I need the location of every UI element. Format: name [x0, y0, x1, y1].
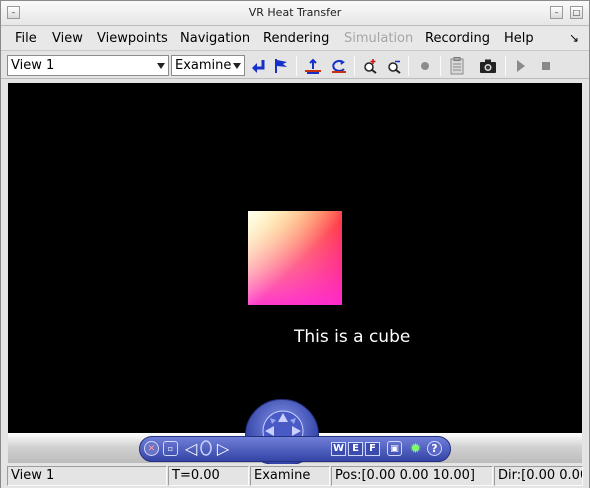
camera-icon[interactable]	[478, 56, 498, 76]
reset-rotate-icon[interactable]	[329, 56, 349, 76]
status-mode: Examine	[250, 466, 330, 486]
stop-icon[interactable]	[536, 56, 556, 76]
turn-right-icon[interactable]: ▷	[214, 439, 232, 458]
status-direction: Dir:[0.00 0.00	[494, 466, 583, 486]
status-time: T=0.00	[168, 466, 249, 486]
mode-select[interactable]: Examine	[171, 55, 245, 76]
restore-icon[interactable]: ▫	[163, 441, 178, 456]
walk-button[interactable]: W	[331, 442, 346, 456]
record-dot-icon	[415, 56, 435, 76]
scene-viewport[interactable]: This is a cube	[8, 83, 582, 433]
toolbar-separator	[354, 56, 355, 76]
mode-select-value: Examine	[175, 58, 232, 73]
menu-bar: File View Viewpoints Navigation Renderin…	[1, 27, 589, 51]
toolbar-separator	[440, 56, 441, 76]
flag-icon[interactable]	[271, 56, 291, 76]
menu-overflow-icon[interactable]: ↘	[569, 31, 579, 45]
status-position: Pos:[0.00 0.00 10.00]	[331, 466, 493, 486]
zoom-in-icon[interactable]	[360, 56, 380, 76]
app-window: – VR Heat Transfer – □ File View Viewpoi…	[0, 0, 590, 488]
menu-simulation: Simulation	[344, 31, 414, 46]
toolbar-separator	[505, 56, 506, 76]
align-ground-icon[interactable]	[303, 56, 323, 76]
menu-file[interactable]: File	[15, 31, 37, 46]
status-bar: View 1 T=0.00 Examine Pos:[0.00 0.00 10.…	[1, 464, 589, 488]
window-title: VR Heat Transfer	[248, 6, 342, 19]
toolbar-separator	[296, 56, 297, 76]
menu-help[interactable]: Help	[504, 31, 534, 46]
help-icon[interactable]: ?	[427, 441, 442, 456]
scene-text: This is a cube	[294, 327, 411, 347]
orbit-icon[interactable]	[198, 438, 214, 458]
zoom-out-icon[interactable]	[384, 56, 404, 76]
menu-viewpoints[interactable]: Viewpoints	[97, 31, 168, 46]
toolbar-separator	[408, 56, 409, 76]
play-icon[interactable]	[511, 56, 531, 76]
chevron-down-icon	[157, 63, 165, 69]
clipboard-icon[interactable]	[447, 56, 467, 76]
menu-rendering[interactable]: Rendering	[263, 31, 329, 46]
minimize-button[interactable]: –	[550, 6, 563, 19]
return-arrow-icon[interactable]	[249, 56, 269, 76]
fly-button[interactable]: F	[365, 442, 380, 456]
cube-object[interactable]	[248, 211, 342, 305]
fit-view-icon[interactable]: ▣	[387, 441, 402, 456]
viewpoint-select[interactable]: View 1	[7, 55, 169, 76]
menu-navigation[interactable]: Navigation	[180, 31, 250, 46]
status-viewpoint: View 1	[7, 466, 167, 486]
headlight-icon[interactable]: ✹	[407, 440, 424, 457]
menu-recording[interactable]: Recording	[425, 31, 490, 46]
toolbar: View 1 Examine	[1, 52, 589, 79]
maximize-button[interactable]: □	[570, 6, 583, 19]
chevron-down-icon	[233, 63, 241, 69]
viewpoint-select-value: View 1	[11, 58, 55, 73]
title-bar[interactable]: – VR Heat Transfer – □	[1, 1, 589, 26]
examine-button[interactable]: E	[348, 442, 363, 456]
close-icon[interactable]: ✕	[144, 441, 159, 456]
menu-view[interactable]: View	[52, 31, 83, 46]
